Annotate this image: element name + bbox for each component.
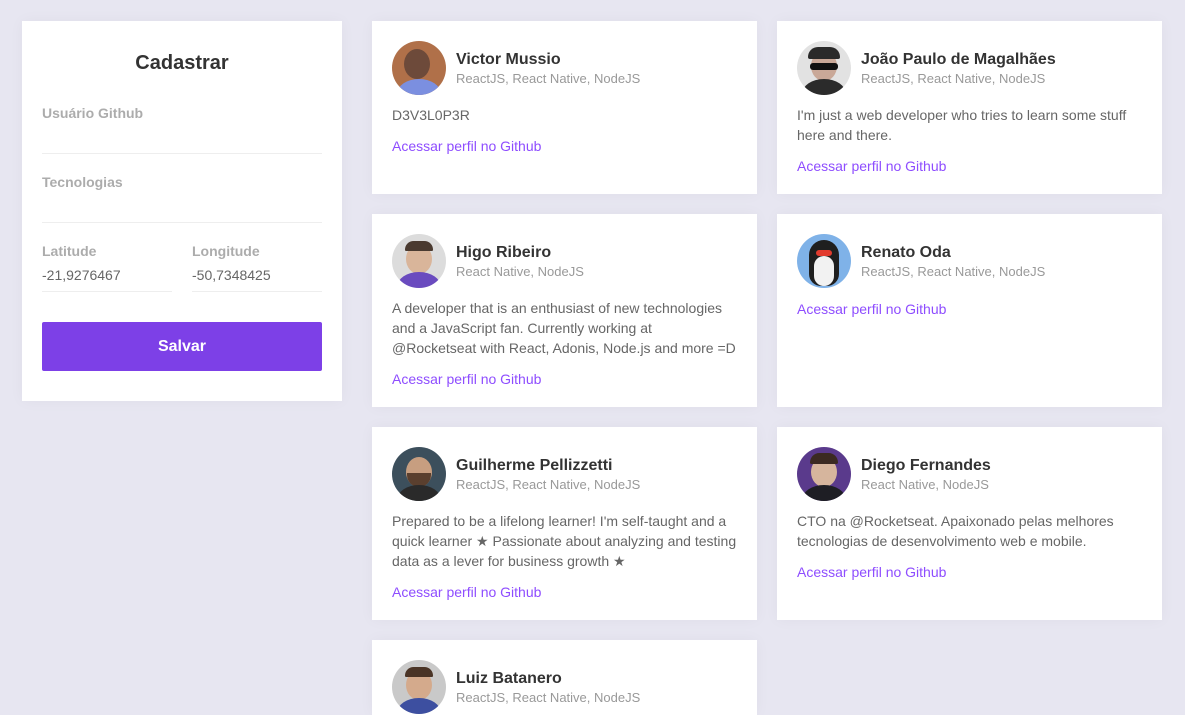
- dev-techs: ReactJS, React Native, NodeJS: [456, 70, 641, 86]
- save-button[interactable]: Salvar: [42, 322, 322, 371]
- dev-techs: ReactJS, React Native, NodeJS: [861, 263, 1046, 279]
- github-profile-link[interactable]: Acessar perfil no Github: [392, 136, 541, 156]
- github-username-label: Usuário Github: [42, 105, 144, 121]
- dev-techs: ReactJS, React Native, NodeJS: [861, 70, 1046, 86]
- dev-name: Victor Mussio: [456, 50, 561, 68]
- longitude-field[interactable]: Longitude -50,7348425: [192, 243, 322, 292]
- dev-card: Diego Fernandes React Native, NodeJS CTO…: [777, 427, 1162, 620]
- dev-techs: React Native, NodeJS: [861, 476, 989, 492]
- longitude-label: Longitude: [192, 243, 260, 259]
- dev-name: Luiz Batanero: [456, 669, 562, 687]
- dev-card: Luiz Batanero ReactJS, React Native, Nod…: [372, 640, 757, 715]
- technologies-input[interactable]: [42, 198, 322, 215]
- github-profile-link[interactable]: Acessar perfil no Github: [392, 582, 541, 602]
- dev-name: Guilherme Pellizzetti: [456, 456, 613, 474]
- input-underline: [192, 291, 322, 292]
- dev-bio: I'm just a web developer who tries to le…: [797, 107, 1127, 143]
- github-profile-link[interactable]: Acessar perfil no Github: [797, 562, 946, 582]
- avatar: [392, 234, 446, 288]
- avatar: [392, 660, 446, 714]
- avatar: [392, 447, 446, 501]
- dev-card: Higo Ribeiro React Native, NodeJS A deve…: [372, 214, 757, 407]
- github-profile-link[interactable]: Acessar perfil no Github: [797, 156, 946, 176]
- dev-bio: D3V3L0P3R: [392, 107, 470, 123]
- dev-card: Renato Oda ReactJS, React Native, NodeJS…: [777, 214, 1162, 407]
- avatar: [392, 41, 446, 95]
- technologies-field[interactable]: Tecnologias: [42, 174, 322, 223]
- dev-name: João Paulo de Magalhães: [861, 50, 1056, 68]
- avatar: [797, 234, 851, 288]
- avatar: [797, 447, 851, 501]
- github-profile-link[interactable]: Acessar perfil no Github: [797, 299, 946, 319]
- dev-bio: Prepared to be a lifelong learner! I'm s…: [392, 513, 737, 569]
- technologies-label: Tecnologias: [42, 174, 123, 190]
- input-underline: [42, 153, 322, 154]
- input-underline: [42, 222, 322, 223]
- register-panel: Cadastrar Usuário Github Tecnologias Lat…: [22, 21, 342, 401]
- dev-name: Higo Ribeiro: [456, 243, 552, 261]
- input-underline: [42, 291, 172, 292]
- dev-bio: A developer that is an enthusiast of new…: [392, 300, 736, 356]
- dev-name: Renato Oda: [861, 243, 951, 261]
- dev-bio: CTO na @Rocketseat. Apaixonado pelas mel…: [797, 513, 1114, 549]
- avatar: [797, 41, 851, 95]
- latitude-field[interactable]: Latitude -21,9276467: [42, 243, 172, 292]
- github-username-input[interactable]: [42, 129, 322, 146]
- dev-card: João Paulo de Magalhães ReactJS, React N…: [777, 21, 1162, 194]
- dev-techs: ReactJS, React Native, NodeJS: [456, 689, 641, 705]
- longitude-input[interactable]: -50,7348425: [192, 267, 322, 284]
- github-profile-link[interactable]: Acessar perfil no Github: [392, 369, 541, 389]
- latitude-input[interactable]: -21,9276467: [42, 267, 172, 284]
- github-username-field[interactable]: Usuário Github: [42, 105, 322, 154]
- form-title: Cadastrar: [135, 52, 229, 74]
- dev-card: Guilherme Pellizzetti ReactJS, React Nat…: [372, 427, 757, 620]
- latitude-label: Latitude: [42, 243, 97, 259]
- dev-techs: ReactJS, React Native, NodeJS: [456, 476, 641, 492]
- dev-techs: React Native, NodeJS: [456, 263, 584, 279]
- dev-card: Victor Mussio ReactJS, React Native, Nod…: [372, 21, 757, 194]
- dev-name: Diego Fernandes: [861, 456, 991, 474]
